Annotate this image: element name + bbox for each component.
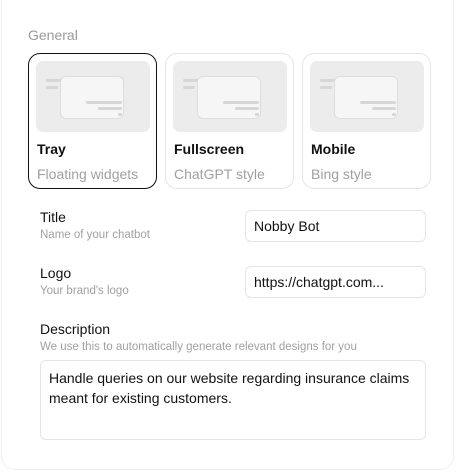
- title-label: Title: [40, 209, 66, 225]
- logo-url-input[interactable]: https://chatgpt.com...: [245, 266, 426, 298]
- layout-card-title: Fullscreen: [174, 141, 245, 157]
- settings-panel: General Tray Floating widgets Fullscreen…: [1, 0, 454, 470]
- description-hint: We use this to automatically generate re…: [40, 341, 357, 353]
- title-input[interactable]: Nobby Bot: [245, 210, 426, 242]
- section-label-general: General: [28, 27, 78, 43]
- tray-preview-icon: [36, 61, 150, 132]
- title-hint: Name of your chatbot: [40, 229, 150, 241]
- fullscreen-preview-icon: [173, 61, 287, 132]
- layout-card-subtitle: Floating widgets: [37, 166, 139, 182]
- layout-card-tray[interactable]: Tray Floating widgets: [28, 53, 157, 189]
- layout-card-fullscreen[interactable]: Fullscreen ChatGPT style: [165, 53, 294, 189]
- description-textarea[interactable]: Handle queries on our website regarding …: [40, 360, 426, 440]
- description-label: Description: [40, 321, 111, 337]
- mobile-preview-icon: [310, 61, 424, 132]
- layout-card-mobile[interactable]: Mobile Bing style: [302, 53, 431, 189]
- layout-card-title: Tray: [37, 141, 66, 157]
- logo-label: Logo: [40, 265, 72, 281]
- layout-card-subtitle: ChatGPT style: [174, 166, 265, 182]
- logo-hint: Your brand's logo: [40, 285, 129, 297]
- layout-card-title: Mobile: [311, 141, 356, 157]
- layout-card-subtitle: Bing style: [311, 166, 372, 182]
